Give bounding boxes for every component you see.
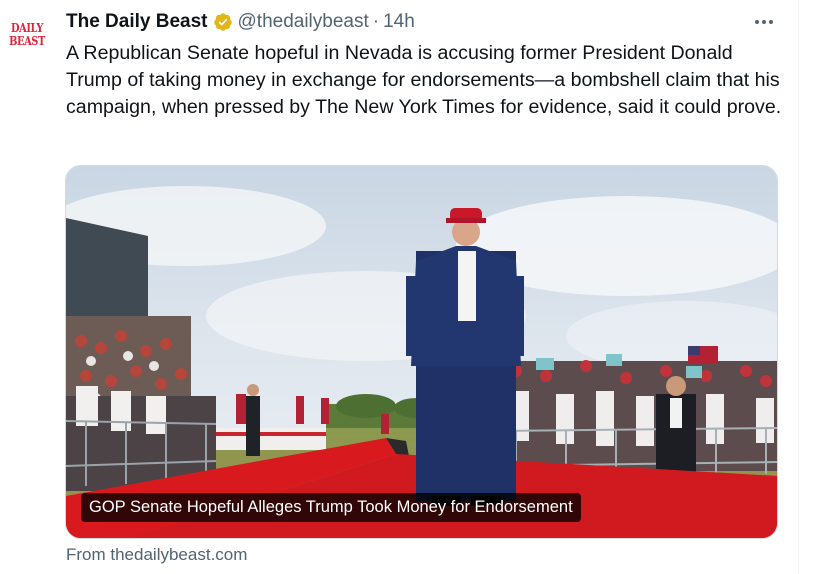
card-source[interactable]: From thedailybeast.com: [66, 545, 247, 565]
author-name[interactable]: The Daily Beast: [66, 11, 208, 33]
card-image: [66, 166, 777, 538]
avatar[interactable]: DAILY BEAST: [9, 14, 45, 56]
card-headline[interactable]: GOP Senate Hopeful Alleges Trump Took Mo…: [81, 493, 581, 522]
link-card[interactable]: [65, 165, 778, 539]
separator-dot: ·: [372, 11, 380, 32]
avatar-logo-beast: BEAST: [9, 34, 45, 48]
verified-badge-icon[interactable]: [213, 12, 233, 32]
tweet-header: The Daily Beast @thedailybeast · 14h: [66, 10, 415, 34]
timeline-border: [798, 0, 799, 574]
more-options-icon[interactable]: [750, 10, 778, 34]
tweet-text: A Republican Senate hopeful in Nevada is…: [66, 42, 782, 118]
timestamp[interactable]: 14h: [383, 11, 415, 33]
author-handle[interactable]: @thedailybeast: [238, 11, 369, 33]
